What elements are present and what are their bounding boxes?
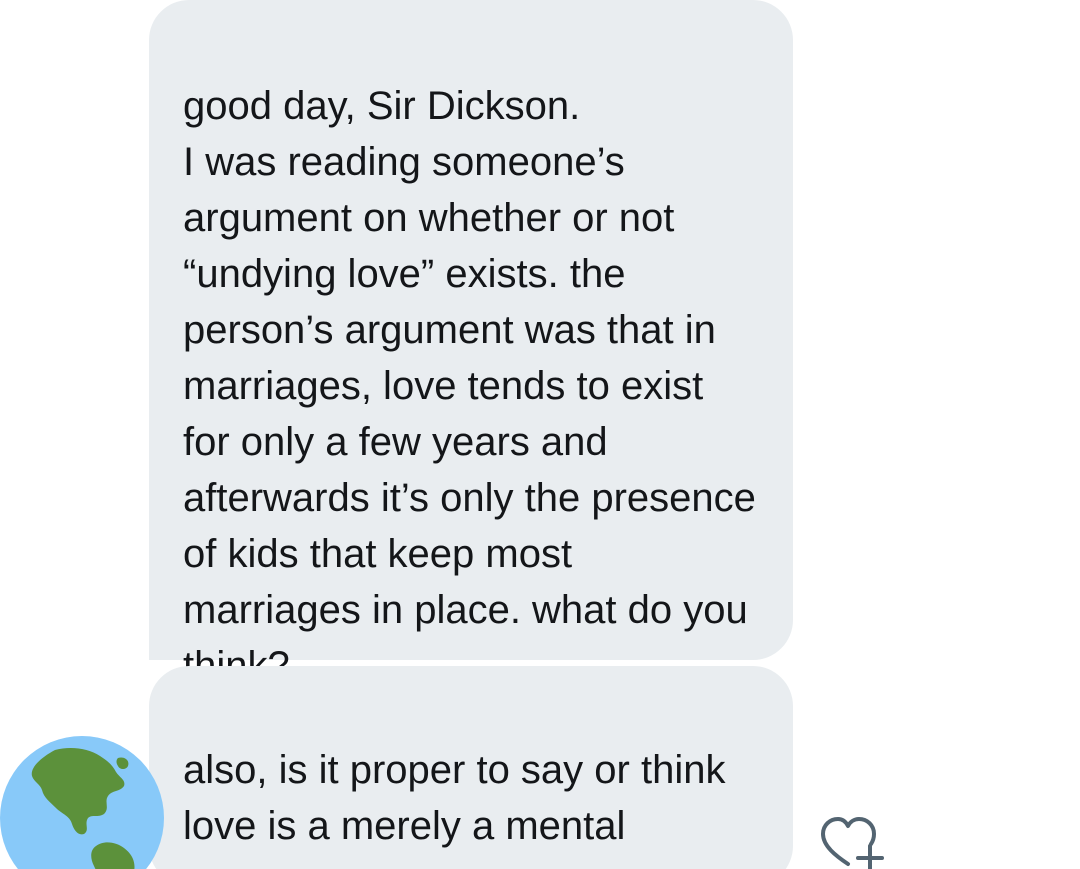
globe-americas-icon: [0, 736, 164, 869]
avatar[interactable]: [0, 736, 164, 869]
message-text: good day, Sir Dickson. I was reading som…: [183, 84, 756, 688]
message-bubble[interactable]: good day, Sir Dickson. I was reading som…: [149, 0, 793, 688]
add-reaction-button[interactable]: [818, 814, 888, 869]
dm-conversation: good day, Sir Dickson. I was reading som…: [0, 0, 1080, 869]
message-bubble[interactable]: also, is it proper to say or think love …: [149, 666, 793, 869]
heart-add-icon: [821, 817, 884, 869]
message-text: also, is it proper to say or think love …: [183, 748, 726, 869]
